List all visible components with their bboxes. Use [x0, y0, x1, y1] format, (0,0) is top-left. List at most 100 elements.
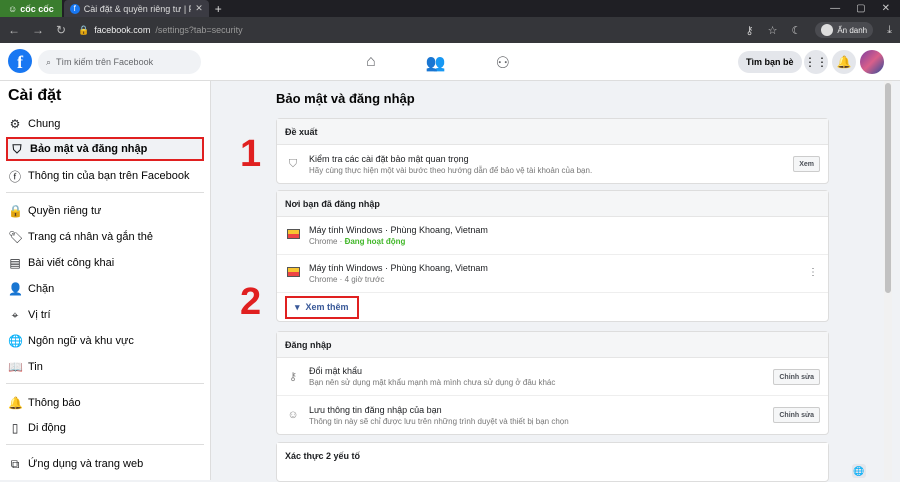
sidebar-item-privacy[interactable]: 🔒 Quyền riêng tư: [6, 199, 204, 223]
sidebar-item-label: Trang cá nhân và gắn thẻ: [28, 231, 153, 243]
session-browser: Chrome ·: [309, 237, 345, 246]
coccoc-logo[interactable]: ☺ cốc cốc: [0, 0, 62, 17]
sidebar-item-stories[interactable]: 📖 Tin: [6, 355, 204, 379]
monitor-icon: [285, 229, 301, 242]
sidebar-item-security[interactable]: ⛉ Bảo mật và đăng nhập: [6, 137, 204, 161]
lock-icon: 🔒: [8, 204, 23, 218]
session-row[interactable]: Máy tính Windows · Phùng Khoang, Vietnam…: [277, 217, 828, 255]
profile-avatar[interactable]: [860, 50, 884, 74]
url-path: /settings?tab=security: [155, 25, 243, 35]
sidebar-item-profile-tagging[interactable]: 🏷 Trang cá nhân và gắn thẻ: [6, 225, 204, 249]
sidebar-item-apps-websites[interactable]: ⧉ Ứng dụng và trang web: [6, 452, 204, 476]
where-logged-in-card: Nơi bạn đã đăng nhập Máy tính Windows · …: [276, 190, 829, 322]
bell-icon: 🔔: [8, 396, 23, 410]
coccoc-icon: ☺: [8, 3, 18, 14]
page-scrollbar[interactable]: [884, 81, 892, 480]
more-options-icon[interactable]: ⋮: [808, 267, 818, 278]
language-globe-icon[interactable]: 🌐: [852, 464, 866, 478]
security-check-desc: Hãy cùng thực hiện một vài bước theo hướ…: [309, 165, 593, 175]
maximize-icon[interactable]: ▢: [856, 3, 865, 14]
find-friends-button[interactable]: Tìm bạn bè: [738, 51, 802, 73]
search-icon: ⌕: [46, 56, 52, 67]
sidebar-item-label: Chung: [28, 118, 61, 130]
reload-icon[interactable]: ↻: [56, 23, 66, 37]
home-icon[interactable]: ⌂: [366, 53, 376, 73]
session-active-status: Đang hoạt động: [344, 237, 406, 246]
sidebar-item-label: Thông tin của bạn trên Facebook: [28, 170, 190, 182]
sidebar-item-label: Di động: [28, 422, 66, 434]
edit-button[interactable]: Chỉnh sửa: [773, 407, 820, 423]
tab-close-icon[interactable]: ✕: [195, 3, 203, 14]
edit-button[interactable]: Chỉnh sửa: [773, 369, 820, 385]
sidebar-item-label: Quyền riêng tư: [28, 205, 102, 217]
facebook-header: f ⌕ Tìm kiếm trên Facebook ⌂ 👥 ⚇ Tìm bạn…: [0, 43, 900, 81]
window-close-icon[interactable]: ✕: [882, 3, 890, 14]
sidebar-item-label: Ứng dụng và trang web: [28, 458, 144, 470]
back-icon[interactable]: ←: [8, 23, 20, 37]
session-browser: Chrome · 4 giờ trước: [309, 275, 385, 284]
facebook-icon: ⓕ: [8, 169, 21, 184]
change-password-desc: Bạn nên sử dụng mật khẩu mạnh mà mình ch…: [309, 378, 556, 387]
caret-down-icon: ▾: [295, 301, 300, 312]
see-more-row: ▾ Xem thêm: [277, 293, 828, 321]
see-more-button[interactable]: ▾ Xem thêm: [285, 295, 359, 319]
change-password-row: ⚷ Đổi mật khẩu Bạn nên sử dụng mật khẩu …: [277, 358, 828, 396]
forward-icon[interactable]: →: [32, 23, 44, 37]
menu-grid-icon[interactable]: ⋮⋮: [804, 50, 828, 74]
brand-label: cốc cốc: [20, 3, 54, 14]
monitor-icon: [285, 267, 301, 280]
save-login-row: ☺ Lưu thông tin đăng nhập của bạn Thông …: [277, 396, 828, 434]
login-header: Đăng nhập: [277, 332, 828, 358]
sidebar-item-mobile[interactable]: ▯ Di động: [6, 416, 204, 440]
book-icon: 📖: [8, 360, 23, 374]
search-placeholder: Tìm kiếm trên Facebook: [56, 57, 154, 67]
facebook-logo-icon[interactable]: f: [8, 49, 32, 73]
url-field[interactable]: 🔒 facebook.com/settings?tab=security: [78, 25, 733, 36]
sidebar-item-your-info[interactable]: ⓕ Thông tin của bạn trên Facebook: [6, 164, 204, 188]
shield-check-icon: ⛉: [288, 157, 298, 170]
session-device: Máy tính Windows · Phùng Khoang, Vietnam: [309, 263, 488, 273]
sidebar-item-blocking[interactable]: 👤 Chặn: [6, 277, 204, 301]
facebook-favicon-icon: f: [69, 3, 80, 14]
search-input[interactable]: ⌕ Tìm kiếm trên Facebook: [38, 50, 201, 74]
sidebar-item-location[interactable]: ⌖ Vị trí: [6, 303, 204, 327]
mobile-icon: ▯: [11, 421, 19, 435]
incognito-avatar-icon: [821, 24, 834, 36]
moon-icon[interactable]: ☾: [791, 24, 801, 37]
groups-icon[interactable]: ⚇: [496, 53, 510, 73]
two-factor-card: Xác thực 2 yếu tố: [276, 442, 829, 482]
key-icon[interactable]: ⚷: [746, 24, 754, 37]
settings-sidebar: Cài đặt ⚙ Chung ⛉ Bảo mật và đăng nhập ⓕ Th…: [0, 81, 211, 480]
sidebar-item-general[interactable]: ⚙ Chung: [6, 112, 204, 136]
block-user-icon: 👤: [8, 282, 23, 296]
new-tab-icon[interactable]: +: [215, 2, 222, 16]
download-icon[interactable]: ⤓: [887, 24, 892, 37]
sidebar-item-notifications[interactable]: 🔔 Thông báo: [6, 391, 204, 415]
sidebar-item-label: Bài viết công khai: [28, 257, 115, 269]
suggestions-header: Đề xuất: [277, 119, 828, 145]
url-host: facebook.com: [94, 25, 151, 35]
sidebar-divider: [6, 192, 204, 193]
incognito-label: Ẩn danh: [837, 25, 868, 35]
session-row[interactable]: Máy tính Windows · Phùng Khoang, Vietnam…: [277, 255, 828, 293]
sidebar-item-label: Ngôn ngữ và khu vực: [28, 335, 134, 347]
view-button[interactable]: Xem: [793, 156, 820, 172]
page-title: Bảo mật và đăng nhập: [276, 91, 415, 106]
session-device: Máy tính Windows · Phùng Khoang, Vietnam: [309, 225, 488, 235]
scrollbar-thumb[interactable]: [885, 83, 891, 293]
minimize-icon[interactable]: —: [830, 3, 840, 14]
tag-icon: 🏷: [8, 230, 24, 244]
incognito-badge[interactable]: Ẩn danh: [815, 22, 874, 38]
post-icon: ▤: [9, 256, 21, 270]
annotation-number-2: 2: [240, 281, 262, 323]
annotation-number-1: 1: [240, 133, 262, 175]
sidebar-item-language[interactable]: 🌐 Ngôn ngữ và khu vực: [6, 329, 204, 353]
security-check-title: Kiểm tra các cài đặt bảo mật quan trọng: [309, 153, 469, 164]
shield-icon: ⛉: [12, 141, 22, 156]
browser-tab[interactable]: f Cài đặt & quyền riêng tư | Fac ✕: [63, 0, 209, 17]
star-icon[interactable]: ☆: [768, 24, 778, 37]
friends-icon[interactable]: 👥: [426, 53, 446, 73]
sidebar-item-label: Tin: [28, 361, 43, 373]
notifications-bell-icon[interactable]: 🔔: [832, 50, 856, 74]
sidebar-item-public-posts[interactable]: ▤ Bài viết công khai: [6, 251, 204, 275]
